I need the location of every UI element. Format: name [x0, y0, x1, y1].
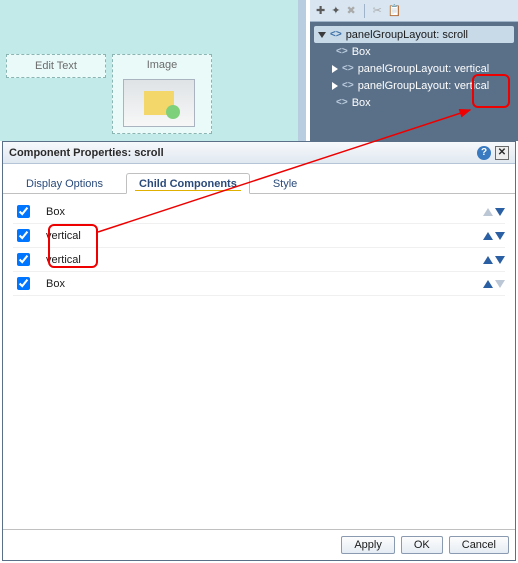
expand-icon[interactable]	[332, 82, 338, 90]
close-icon[interactable]: ✕	[495, 146, 509, 160]
list-row: vertical	[13, 248, 505, 272]
row-label: vertical	[46, 254, 483, 266]
row-label: vertical	[46, 230, 483, 242]
paste-icon[interactable]: 📋	[388, 4, 402, 17]
component-icon: <>	[336, 46, 348, 57]
help-icon[interactable]: ?	[477, 146, 491, 160]
design-edit-text-cell[interactable]: Edit Text	[6, 54, 106, 78]
tab-display-options[interactable]: Display Options	[13, 173, 116, 194]
move-down-icon[interactable]	[495, 208, 505, 216]
tree-label: Box	[352, 97, 371, 109]
component-icon: <>	[330, 29, 342, 40]
plus-icon[interactable]: ✚	[316, 4, 325, 17]
apply-button[interactable]: Apply	[341, 536, 395, 554]
row-checkbox[interactable]	[17, 205, 30, 218]
component-icon: <>	[342, 63, 354, 74]
move-down-icon	[495, 280, 505, 288]
move-up-icon[interactable]	[483, 280, 493, 288]
cut-icon[interactable]: ✂	[373, 4, 382, 17]
component-icon: <>	[336, 97, 348, 108]
move-up-icon	[483, 208, 493, 216]
row-label: Box	[46, 206, 483, 218]
tab-child-components[interactable]: Child Components	[126, 173, 250, 194]
tree-item-vertical[interactable]: <> panelGroupLayout: vertical	[314, 60, 514, 77]
tab-underline	[135, 190, 241, 191]
design-image-cell[interactable]: Image	[112, 54, 212, 134]
row-checkbox[interactable]	[17, 229, 30, 242]
tree-label: panelGroupLayout: scroll	[346, 29, 468, 41]
tab-style[interactable]: Style	[260, 173, 310, 194]
design-cell-label: Image	[147, 59, 178, 71]
tree-item-vertical[interactable]: <> panelGroupLayout: vertical	[314, 77, 514, 94]
design-cell-label: Edit Text	[35, 60, 77, 72]
move-down-icon[interactable]	[495, 256, 505, 264]
properties-dialog: Component Properties: scroll ? ✕ Display…	[2, 141, 516, 561]
component-icon: <>	[342, 80, 354, 91]
move-down-icon[interactable]	[495, 232, 505, 240]
ok-button[interactable]: OK	[401, 536, 443, 554]
image-placeholder-icon	[123, 79, 195, 127]
tree-root[interactable]: <> panelGroupLayout: scroll	[314, 26, 514, 43]
tree-label: panelGroupLayout: vertical	[358, 80, 489, 92]
tab-label: Display Options	[26, 178, 103, 190]
tab-label: Child Components	[139, 178, 237, 190]
child-components-list: Box vertical vertical Box	[3, 194, 515, 529]
sparkle-icon[interactable]: ✦	[331, 4, 340, 17]
dialog-titlebar: Component Properties: scroll ? ✕	[3, 142, 515, 164]
expand-icon[interactable]	[332, 65, 338, 73]
dialog-tabs: Display Options Child Components Style	[3, 164, 515, 194]
expand-icon[interactable]	[318, 32, 326, 38]
structure-tree: <> panelGroupLayout: scroll <> Box <> pa…	[310, 22, 518, 115]
tree-label: panelGroupLayout: vertical	[358, 63, 489, 75]
tree-toolbar: ✚ ✦ ✖ ✂ 📋	[310, 0, 518, 22]
dialog-button-bar: Apply OK Cancel	[3, 529, 515, 560]
design-surface: Edit Text Image	[0, 0, 306, 141]
tree-item-box[interactable]: <> Box	[314, 43, 514, 60]
delete-icon[interactable]: ✖	[346, 4, 355, 17]
tree-item-box[interactable]: <> Box	[314, 94, 514, 111]
splitter-handle[interactable]	[298, 0, 302, 141]
move-up-icon[interactable]	[483, 232, 493, 240]
row-checkbox[interactable]	[17, 253, 30, 266]
list-row: Box	[13, 272, 505, 296]
cancel-button[interactable]: Cancel	[449, 536, 509, 554]
row-label: Box	[46, 278, 483, 290]
tree-label: Box	[352, 46, 371, 58]
tab-label: Style	[273, 178, 297, 190]
list-row: Box	[13, 200, 505, 224]
toolbar-divider	[364, 4, 365, 18]
move-up-icon[interactable]	[483, 256, 493, 264]
structure-tree-pane: ✚ ✦ ✖ ✂ 📋 <> panelGroupLayout: scroll <>…	[310, 0, 518, 141]
dialog-title-text: Component Properties: scroll	[9, 147, 164, 159]
row-checkbox[interactable]	[17, 277, 30, 290]
list-row: vertical	[13, 224, 505, 248]
